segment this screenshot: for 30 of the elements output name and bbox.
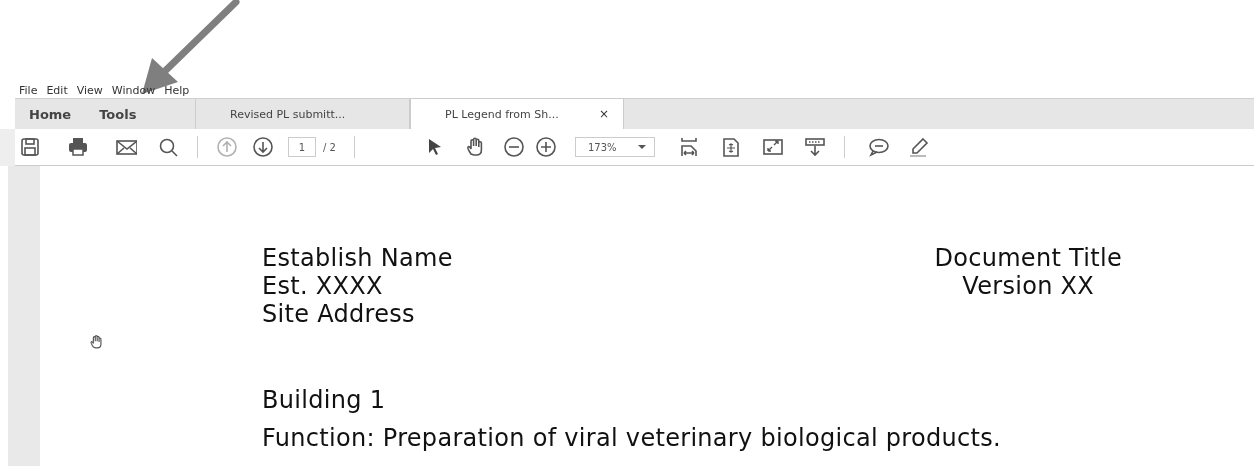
scroll-mode-icon[interactable] (803, 136, 826, 158)
tab-label: Revised PL submitt... (230, 107, 346, 121)
menu-item[interactable]: View (72, 83, 107, 97)
body-text: Function: Preparation of viral veterinary biological products. (262, 424, 1002, 452)
hand-cursor-icon (89, 334, 105, 350)
tab-label: PL Legend from Sh... (445, 107, 559, 121)
page-count: / 2 (323, 141, 336, 153)
page-number-field[interactable]: 1 (288, 137, 316, 157)
header-text: Document Title (934, 244, 1122, 272)
full-screen-icon[interactable] (761, 136, 784, 158)
header-text: Site Address (262, 300, 416, 328)
zoom-in-icon[interactable] (534, 136, 557, 158)
section-heading: Building 1 (262, 386, 387, 414)
nav-tab[interactable]: Home (29, 106, 72, 122)
menu-item[interactable]: Help (160, 83, 194, 97)
zoom-dropdown[interactable]: 173% (574, 137, 655, 157)
document-tab[interactable]: PL Legend from Sh... × (410, 98, 624, 129)
search-icon[interactable] (157, 136, 179, 158)
arrow-down-icon[interactable] (252, 136, 274, 158)
header-text: Establish Name (262, 244, 453, 272)
close-icon[interactable]: × (598, 107, 609, 121)
print-icon[interactable] (67, 136, 89, 158)
menu-item[interactable]: File (15, 83, 42, 97)
nav-tab[interactable]: Tools (99, 106, 137, 122)
menu-item[interactable]: Edit (42, 83, 72, 97)
header-text: Est. XXXX (262, 272, 384, 300)
header-text: Version XX (962, 272, 1095, 300)
comment-icon[interactable] (866, 136, 889, 158)
zoom-out-icon[interactable] (502, 136, 525, 158)
save-icon[interactable] (19, 136, 41, 158)
